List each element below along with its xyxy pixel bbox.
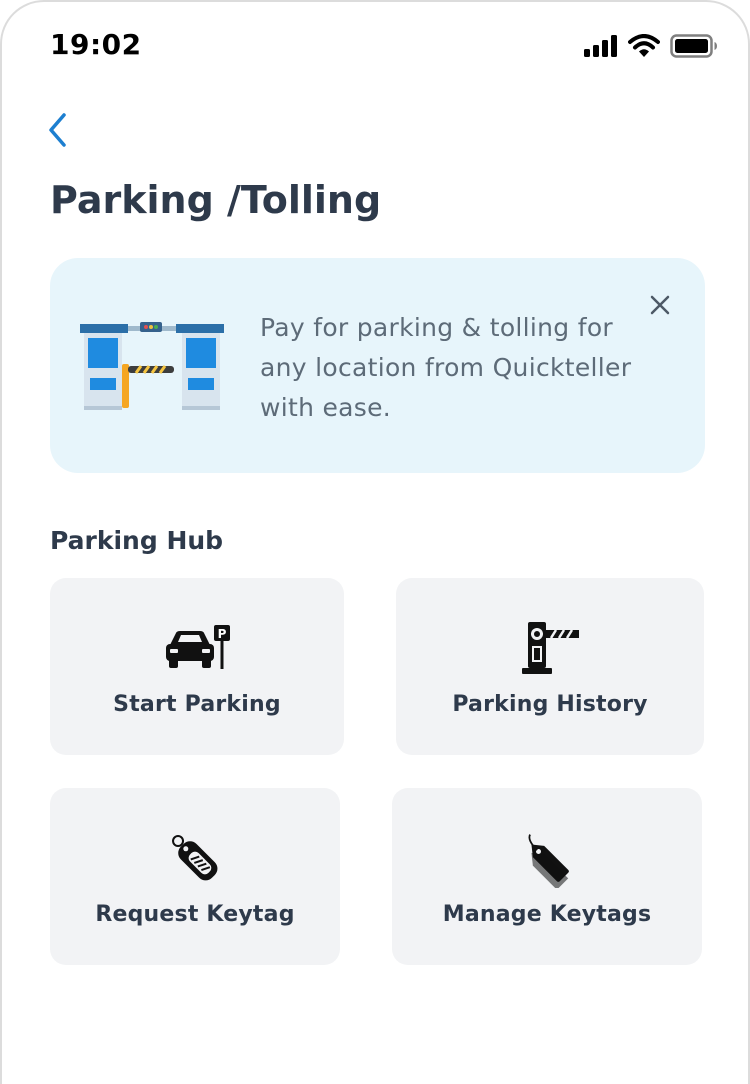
keytag-icon	[160, 828, 230, 888]
svg-text:P: P	[218, 627, 227, 641]
banner-close-button[interactable]	[645, 290, 675, 320]
chevron-left-icon	[49, 113, 66, 147]
battery-icon	[670, 34, 718, 62]
wifi-icon	[628, 34, 660, 62]
start-parking-label: Start Parking	[113, 692, 281, 717]
parking-history-tile[interactable]: Parking History	[396, 578, 704, 755]
toll-gate-illustration	[78, 320, 228, 412]
status-time: 19:02	[50, 28, 142, 61]
manage-keytags-label: Manage Keytags	[442, 902, 652, 927]
back-button[interactable]	[38, 108, 78, 152]
start-parking-tile[interactable]: P Start Parking	[50, 578, 344, 755]
car-parking-icon: P	[162, 618, 232, 678]
manage-keytags-tile[interactable]: Manage Keytags	[392, 788, 702, 965]
close-icon	[650, 295, 670, 315]
status-icons	[584, 34, 718, 62]
banner-text: Pay for parking & tolling for any locati…	[260, 313, 632, 422]
parking-history-label: Parking History	[452, 692, 648, 717]
request-keytag-tile[interactable]: Request Keytag	[50, 788, 340, 965]
phone-screen: 19:02 Parking /Tolling Pay for parking &…	[0, 0, 750, 1084]
promo-banner: Pay for parking & tolling for any locati…	[50, 258, 705, 473]
request-keytag-label: Request Keytag	[95, 902, 295, 927]
cellular-signal-icon	[584, 35, 618, 61]
toll-barrier-icon	[515, 618, 585, 678]
tag-icon	[512, 828, 582, 888]
page-title: Parking /Tolling	[50, 178, 382, 222]
section-title-parking-hub: Parking Hub	[50, 526, 224, 555]
